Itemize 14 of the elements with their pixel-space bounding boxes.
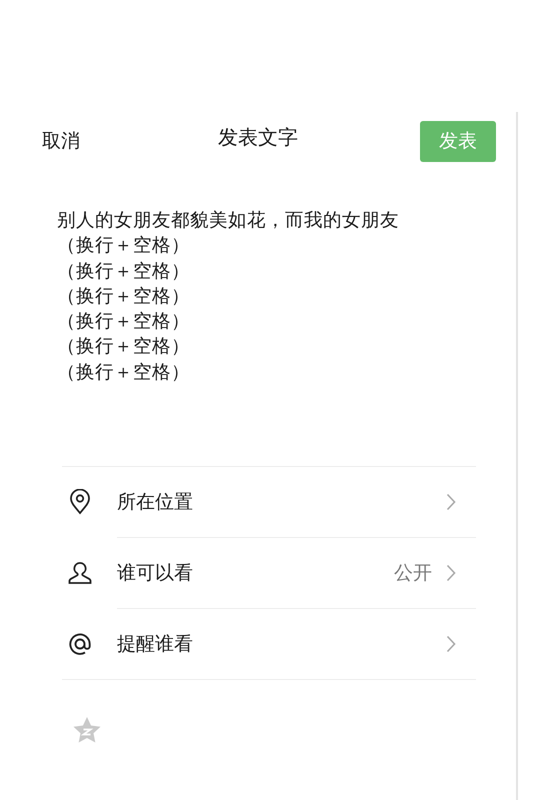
option-value: 公开	[394, 561, 432, 586]
option-label[interactable]: 谁可以看	[117, 560, 193, 586]
post-text-field[interactable]: 别人的女朋友都貌美如花，而我的女朋友 （换行＋空格） （换行＋空格） （换行＋空格） （换行＋空格） （换行＋空格） （换行＋空格）	[57, 208, 399, 386]
person-icon	[67, 561, 93, 585]
at-sign-icon	[67, 631, 93, 657]
option-label[interactable]: 提醒谁看	[117, 631, 193, 657]
cancel-button[interactable]: 取消	[42, 128, 80, 154]
option-label[interactable]: 所在位置	[117, 489, 193, 515]
page-title: 发表文字	[218, 124, 298, 151]
chevron-right-icon	[446, 493, 456, 511]
chevron-right-icon	[446, 635, 456, 653]
chevron-right-icon	[446, 564, 456, 582]
star-icon[interactable]	[72, 716, 102, 744]
location-pin-icon	[69, 489, 91, 515]
